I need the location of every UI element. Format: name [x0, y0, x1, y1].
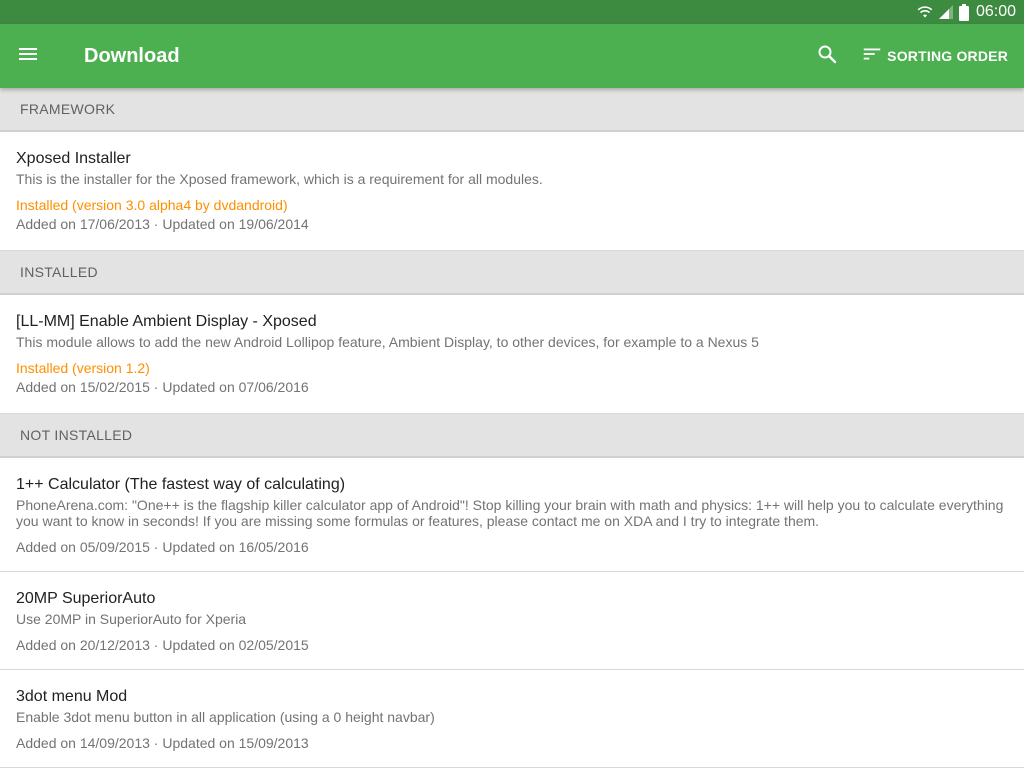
- battery-icon: [958, 3, 969, 21]
- app-toolbar: Download SORTING ORDER: [0, 24, 1024, 88]
- module-title: 1++ Calculator (The fastest way of calcu…: [16, 476, 346, 493]
- module-description: Enable 3dot menu button in all applicati…: [16, 709, 435, 725]
- signal-icon: [937, 4, 955, 20]
- module-title: Xposed Installer: [16, 150, 131, 167]
- section-header-framework: FRAMEWORK: [0, 88, 1024, 132]
- module-description: Use 20MP in SuperiorAuto for Xperia: [16, 611, 247, 627]
- page-title: Download: [84, 44, 180, 67]
- module-title: 20MP SuperiorAuto: [16, 590, 156, 607]
- module-dates: Added on 14/09/2013 · Updated on 15/09/2…: [16, 735, 309, 751]
- list-item[interactable]: [LL-MM] Enable Ambient Display - Xposed …: [0, 295, 1024, 414]
- list-item[interactable]: 3dot menu Mod Enable 3dot menu button in…: [0, 670, 1024, 768]
- list-item[interactable]: Xposed Installer This is the installer f…: [0, 132, 1024, 251]
- sorting-order-button[interactable]: SORTING ORDER: [861, 32, 1008, 80]
- module-title: [LL-MM] Enable Ambient Display - Xposed: [16, 313, 317, 330]
- module-install-status: Installed (version 3.0 alpha4 by dvdandr…: [16, 197, 288, 213]
- module-dates: Added on 20/12/2013 · Updated on 02/05/2…: [16, 637, 309, 653]
- module-title: 3dot menu Mod: [16, 688, 128, 705]
- section-header-installed: INSTALLED: [0, 251, 1024, 295]
- status-clock: 06:00: [975, 3, 1016, 20]
- module-list[interactable]: FRAMEWORK Xposed Installer This is the i…: [0, 88, 1024, 768]
- module-dates: Added on 15/02/2015 · Updated on 07/06/2…: [16, 379, 309, 395]
- module-install-status: Installed (version 1.2): [16, 360, 150, 376]
- search-button[interactable]: [803, 32, 851, 80]
- status-bar: 06:00: [0, 0, 1024, 24]
- list-item[interactable]: 1++ Calculator (The fastest way of calcu…: [0, 458, 1024, 572]
- menu-button[interactable]: [16, 28, 72, 84]
- module-description: This module allows to add the new Androi…: [16, 334, 759, 350]
- module-description: PhoneArena.com: "One++ is the flagship k…: [16, 497, 1004, 529]
- search-icon: [815, 42, 839, 71]
- sort-icon: [861, 43, 883, 70]
- hamburger-menu-icon: [16, 42, 40, 71]
- sorting-order-label: SORTING ORDER: [887, 48, 1008, 64]
- list-item[interactable]: 20MP SuperiorAuto Use 20MP in SuperiorAu…: [0, 572, 1024, 670]
- module-description: This is the installer for the Xposed fra…: [16, 171, 543, 187]
- module-dates: Added on 17/06/2013 · Updated on 19/06/2…: [16, 216, 309, 232]
- wifi-icon: [917, 4, 933, 20]
- section-header-not-installed: NOT INSTALLED: [0, 414, 1024, 458]
- module-dates: Added on 05/09/2015 · Updated on 16/05/2…: [16, 539, 309, 555]
